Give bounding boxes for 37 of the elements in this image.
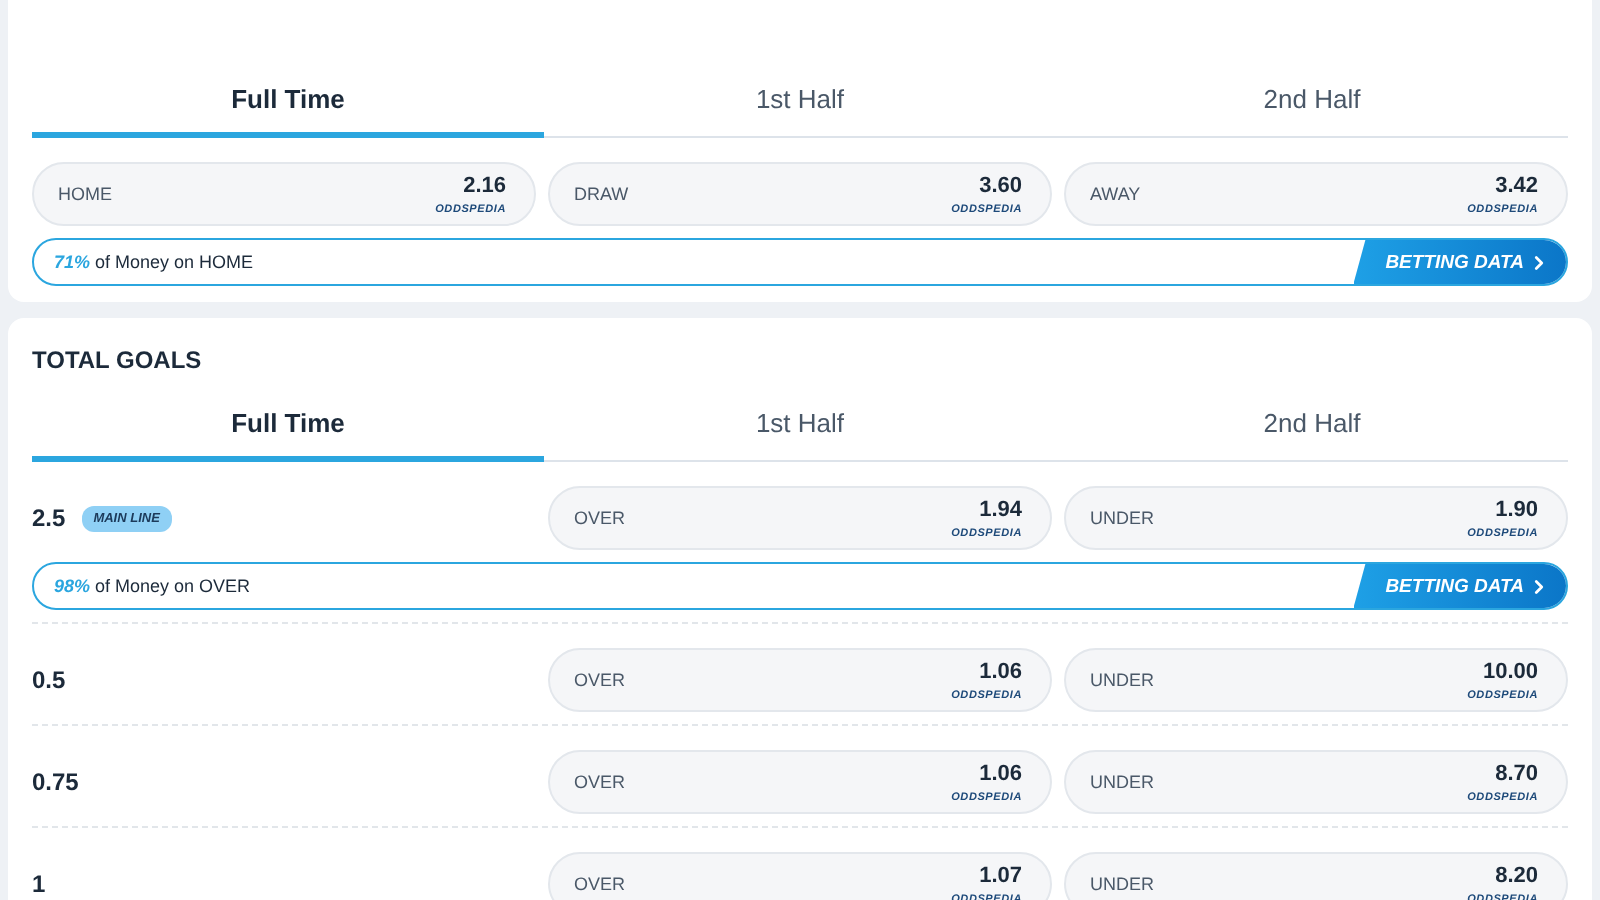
odds-label: UNDER (1090, 874, 1155, 894)
line-value: 0.5 (32, 666, 66, 694)
odds-price: 8.70 (1495, 761, 1538, 785)
line-value: 0.75 (32, 768, 79, 796)
odds-label: UNDER (1090, 772, 1155, 792)
odds-price: 1.06 (979, 659, 1022, 683)
odds-label: UNDER (1090, 508, 1155, 528)
odds-price: 8.20 (1495, 863, 1538, 887)
odds-label: AWAY (1090, 184, 1141, 204)
odds-label: OVER (574, 670, 626, 690)
odds-price: 2.16 (463, 173, 506, 197)
odds-label: DRAW (574, 184, 629, 204)
money-text: 71% of Money on HOME (52, 252, 254, 272)
betting-data-button[interactable]: BETTING DATA (1353, 240, 1566, 284)
odds-price: 3.60 (979, 173, 1022, 197)
line-value: 2.5 (32, 504, 66, 532)
tab[interactable]: 1st Half (544, 68, 1056, 138)
odds-price: 3.42 (1495, 173, 1538, 197)
money-text: 98% of Money on OVER (52, 576, 251, 596)
tab[interactable]: Full Time (32, 392, 544, 462)
tab[interactable]: Full Time (32, 68, 544, 138)
odds-price: 1.90 (1495, 497, 1538, 521)
odds-label: OVER (574, 508, 626, 528)
line-value: 1 (32, 870, 46, 898)
odds-price: 1.06 (979, 761, 1022, 785)
odds-label: OVER (574, 874, 626, 894)
tab[interactable]: 2nd Half (1056, 68, 1568, 138)
odds-label: UNDER (1090, 670, 1155, 690)
section-title: TOTAL GOALS (32, 344, 204, 378)
odds-label: HOME (58, 184, 112, 204)
odds-price: 1.07 (979, 863, 1022, 887)
odds-label: OVER (574, 772, 626, 792)
betting-data-button[interactable]: BETTING DATA (1353, 564, 1566, 608)
tab[interactable]: 1st Half (544, 392, 1056, 462)
odds-price: 1.94 (979, 497, 1022, 521)
odds-price: 10.00 (1482, 659, 1538, 683)
tab[interactable]: 2nd Half (1056, 392, 1568, 462)
